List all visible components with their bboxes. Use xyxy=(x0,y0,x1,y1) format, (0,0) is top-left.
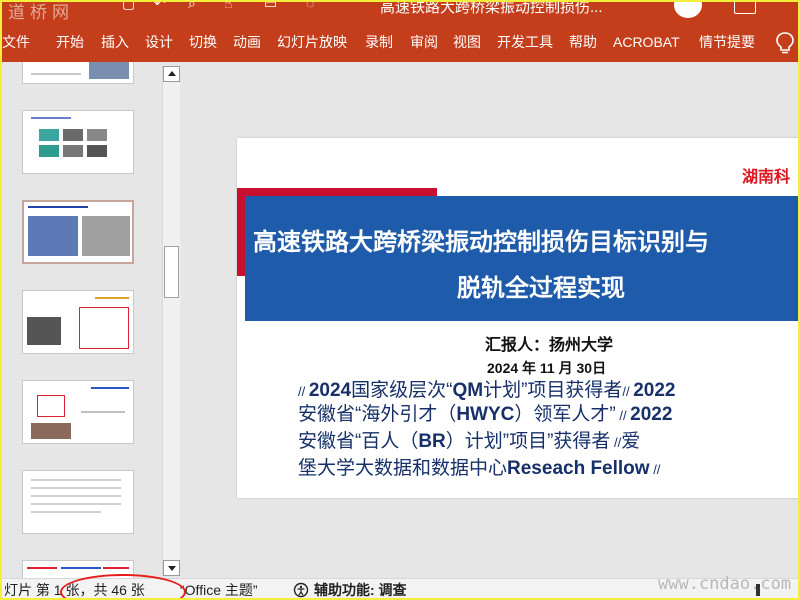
credential-line: 堡大学大数据和数据中心Reseach Fellow // xyxy=(298,458,661,479)
zoom-slider-handle[interactable] xyxy=(756,584,760,596)
accessibility-icon[interactable] xyxy=(293,582,309,598)
tab-record[interactable]: 录制 xyxy=(365,33,393,51)
slide-thumbnail[interactable] xyxy=(22,110,134,174)
presenter-text: 汇报人：扬州大学 xyxy=(485,337,614,354)
theme-name: “Office 主题” xyxy=(180,582,258,598)
print-preview-icon[interactable]: ⌕ xyxy=(188,2,196,12)
tab-design[interactable]: 设计 xyxy=(145,33,173,51)
tab-developer[interactable]: 开发工具 xyxy=(497,33,553,51)
tab-acrobat[interactable]: ACROBAT xyxy=(613,33,680,51)
tab-help[interactable]: 帮助 xyxy=(569,33,597,51)
credential-line: 安徽省“百人（BR）计划”项目”获得者 //爱 xyxy=(298,431,641,452)
slide-thumbnail[interactable] xyxy=(22,290,134,354)
restore-window-icon[interactable] xyxy=(734,2,756,14)
accessibility-status[interactable]: 辅助功能: 调查 xyxy=(314,582,407,598)
tab-view[interactable]: 视图 xyxy=(453,33,481,51)
slide-title-line2: 脱轨全过程实现 xyxy=(457,275,625,302)
current-slide[interactable]: 湖南科 高速铁路大跨桥梁振动控制损伤目标识别与 脱轨全过程实现 汇报人：扬州大学… xyxy=(237,138,798,498)
slide-thumbnail[interactable] xyxy=(22,380,134,444)
slide-title-line1: 高速铁路大跨桥梁振动控制损伤目标识别与 xyxy=(253,229,709,256)
site-watermark: www.cndao.com xyxy=(658,574,792,594)
lightbulb-icon[interactable] xyxy=(774,31,796,55)
presentation-date: 2024 年 11 月 30日 xyxy=(487,360,607,376)
more-commands-icon[interactable]: ◌ xyxy=(306,2,314,11)
powerpoint-window: 道桥网 ▢ ↶ ⌕ ☝ ▭ ◌ 高速铁路大跨桥梁振动控制损伤... 文件 开始 … xyxy=(2,2,798,598)
document-title: 高速铁路大跨桥梁振动控制损伤... xyxy=(380,2,603,16)
tab-home[interactable]: 开始 xyxy=(56,33,84,51)
ribbon-tabs: 文件 开始 插入 设计 切换 动画 幻灯片放映 录制 审阅 视图 开发工具 帮助… xyxy=(2,24,798,62)
slide-thumbnail[interactable] xyxy=(22,470,134,534)
credential-line: // 2024国家级层次“QM计划”项目获得者// 2022 xyxy=(298,380,676,401)
tab-animations[interactable]: 动画 xyxy=(233,33,261,51)
scroll-thumb[interactable] xyxy=(164,246,179,298)
arrow-down-icon xyxy=(168,566,176,571)
scroll-up-button[interactable] xyxy=(163,66,180,82)
save-icon[interactable]: ▢ xyxy=(122,2,135,12)
scroll-down-button[interactable] xyxy=(163,560,180,576)
title-bar: 道桥网 ▢ ↶ ⌕ ☝ ▭ ◌ 高速铁路大跨桥梁振动控制损伤... xyxy=(2,2,798,24)
touch-mode-icon[interactable]: ☝ xyxy=(224,2,233,12)
credential-line: 安徽省“海外引才（HWYC）领军人才” // 2022 xyxy=(298,404,673,425)
user-avatar-icon[interactable] xyxy=(674,2,702,18)
watermark-logo: 道桥网 xyxy=(8,3,74,23)
tab-slideshow[interactable]: 幻灯片放映 xyxy=(277,33,347,51)
tab-storyboard[interactable]: 情节提要 xyxy=(699,33,755,51)
quick-access-icon[interactable]: ▭ xyxy=(264,2,277,12)
slide-thumbnail-selected[interactable] xyxy=(22,200,134,264)
tab-file[interactable]: 文件 xyxy=(2,33,30,51)
slide-thumbnail-pane xyxy=(2,62,185,578)
arrow-up-icon xyxy=(168,71,176,76)
undo-icon[interactable]: ↶ xyxy=(154,2,166,12)
thumbnail-scrollbar[interactable] xyxy=(162,66,180,576)
tab-transitions[interactable]: 切换 xyxy=(189,33,217,51)
slide-editor-area: 湖南科 高速铁路大跨桥梁振动控制损伤目标识别与 脱轨全过程实现 汇报人：扬州大学… xyxy=(186,62,798,578)
university-name: 湖南科 xyxy=(742,169,791,186)
slide-thumbnail[interactable] xyxy=(22,62,134,84)
tab-insert[interactable]: 插入 xyxy=(101,33,129,51)
tab-review[interactable]: 审阅 xyxy=(410,33,438,51)
